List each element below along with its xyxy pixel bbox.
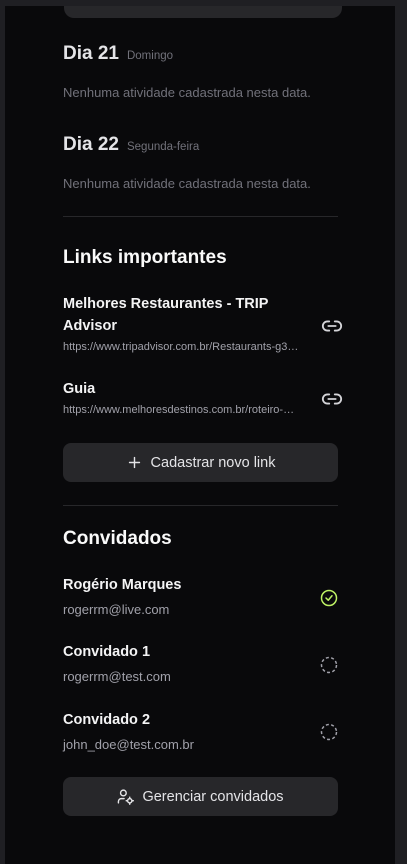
- guest-email: rogerrm@live.com: [63, 602, 170, 617]
- guest-email: john_doe@test.com.br: [63, 737, 194, 752]
- section-divider: [63, 216, 338, 217]
- page: Dia 21 Domingo Nenhuma atividade cadastr…: [0, 0, 407, 864]
- link-title: Melhores Restaurantes - TRIP Advisor: [63, 296, 269, 334]
- day-title: Dia 21: [63, 43, 119, 64]
- day-empty-text: Nenhuma atividade cadastrada nesta data.: [63, 176, 311, 191]
- day-weekday: Segunda-feira: [126, 141, 200, 153]
- day-section-22: Dia 22 Segunda-feira Nenhuma atividade c…: [63, 134, 311, 191]
- guest-email: rogerrm@test.com: [63, 669, 171, 684]
- guests-section-title: Convidados: [63, 528, 172, 549]
- section-divider: [63, 505, 338, 506]
- link-title: Guia: [63, 381, 96, 397]
- link-icon[interactable]: [321, 388, 343, 410]
- guest-name: Convidado 1: [63, 644, 151, 660]
- add-link-button[interactable]: Cadastrar novo link: [63, 443, 338, 482]
- circle-dashed-icon: [320, 723, 338, 741]
- guest-name: Convidado 2: [63, 712, 151, 728]
- guest-item: Rogério Marques rogerrm@live.com: [63, 577, 338, 617]
- add-link-label: Cadastrar novo link: [150, 454, 276, 471]
- trip-details-panel: Dia 21 Domingo Nenhuma atividade cadastr…: [5, 6, 395, 864]
- links-section-title: Links importantes: [63, 247, 227, 268]
- user-cog-icon: [118, 789, 135, 805]
- guest-item: Convidado 2 john_doe@test.com.br: [63, 712, 338, 752]
- link-url[interactable]: https://www.melhoresdestinos.com.br/rote…: [63, 404, 299, 416]
- day-title: Dia 22: [63, 134, 119, 155]
- link-url[interactable]: https://www.tripadvisor.com.br/Restauran…: [63, 341, 299, 353]
- previous-card-edge: [64, 6, 342, 18]
- manage-guests-button[interactable]: Gerenciar convidados: [63, 777, 338, 816]
- guest-item: Convidado 1 rogerrm@test.com: [63, 644, 338, 684]
- circle-check-icon: [320, 589, 338, 607]
- manage-guests-label: Gerenciar convidados: [142, 788, 284, 805]
- day-section-21: Dia 21 Domingo Nenhuma atividade cadastr…: [63, 43, 311, 100]
- day-empty-text: Nenhuma atividade cadastrada nesta data.: [63, 85, 311, 100]
- link-icon[interactable]: [321, 315, 343, 337]
- link-item: Melhores Restaurantes - TRIP Advisor htt…: [63, 293, 343, 353]
- link-item: Guia https://www.melhoresdestinos.com.br…: [63, 378, 343, 416]
- day-weekday: Domingo: [126, 50, 174, 62]
- circle-dashed-icon: [320, 656, 338, 674]
- plus-icon: [128, 456, 140, 469]
- guest-name: Rogério Marques: [63, 577, 182, 593]
